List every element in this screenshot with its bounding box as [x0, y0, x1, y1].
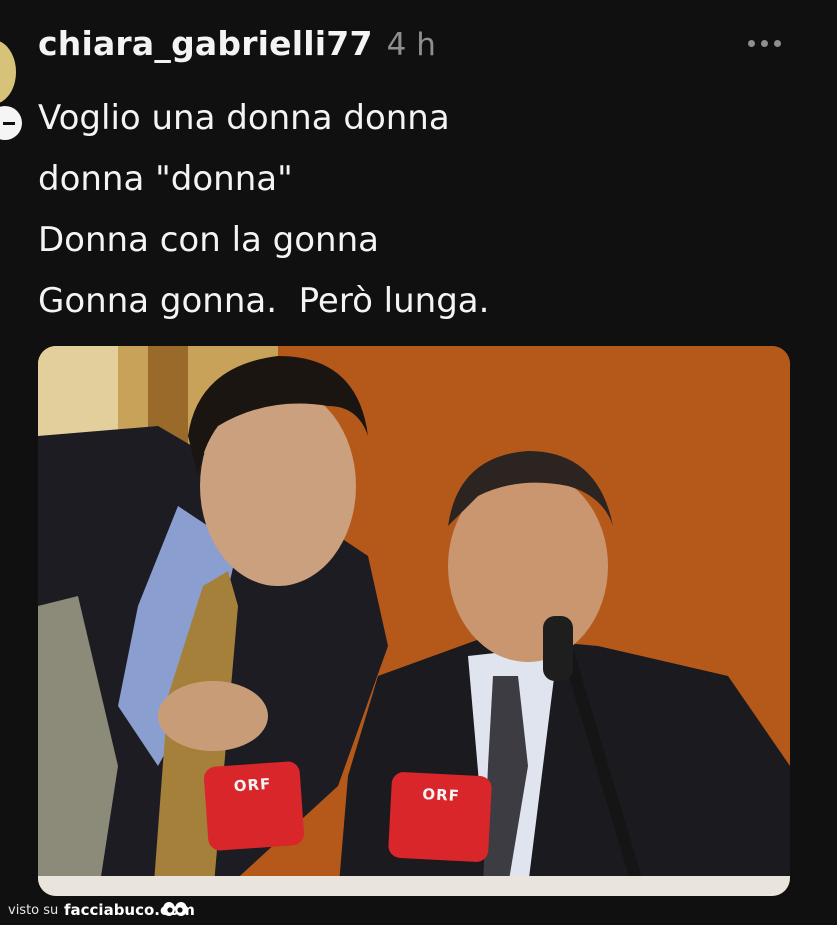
microphone-label: ORF — [233, 774, 272, 796]
post-header: chiara_gabrielli77 4 h — [38, 24, 436, 63]
dot — [748, 40, 755, 47]
post-text-line: Donna con la gonna — [38, 220, 379, 260]
microphone-left: ORF — [203, 760, 305, 852]
more-options-icon[interactable] — [748, 40, 781, 47]
collapse-thread-icon[interactable] — [0, 106, 22, 140]
footer-bar: visto su facciabuco.com — [0, 898, 837, 925]
post-text-line: donna "donna" — [38, 159, 293, 199]
microphone-right: ORF — [387, 771, 493, 863]
username[interactable]: chiara_gabrielli77 — [38, 24, 373, 63]
visto-su-label: visto su — [8, 903, 59, 918]
post-timestamp: 4 h — [386, 27, 436, 63]
microphone-label: ORF — [421, 785, 461, 806]
eyes-icon — [163, 902, 187, 916]
avatar[interactable] — [0, 40, 16, 104]
minus-icon — [3, 121, 15, 125]
dot — [761, 40, 768, 47]
post-text-line: Gonna gonna. Però lunga. — [38, 281, 490, 321]
post-text-line: Voglio una donna donna — [38, 98, 450, 138]
post-photo[interactable]: ORF ORF — [38, 346, 790, 896]
dot — [774, 40, 781, 47]
post-text: Voglio una donna donna donna "donna" Don… — [38, 88, 798, 332]
post-screen: chiara_gabrielli77 4 h Voglio una donna … — [0, 0, 837, 925]
